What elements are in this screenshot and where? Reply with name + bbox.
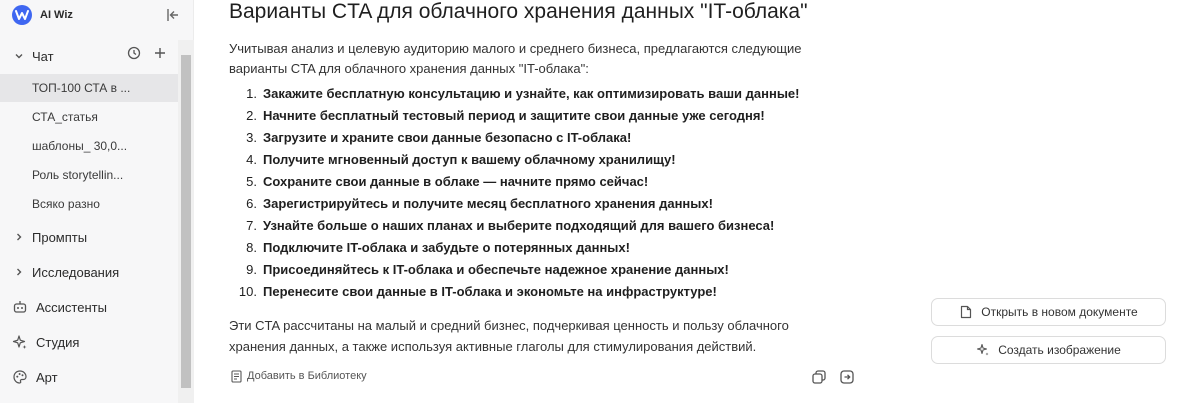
sidebar-section-research[interactable]: Исследования — [0, 259, 178, 285]
palette-icon — [12, 369, 28, 385]
message-outro: Эти CTA рассчитаны на малый и средний би… — [229, 318, 789, 354]
sidebar-item-label: Студия — [36, 334, 80, 350]
sparkle-icon — [12, 334, 28, 350]
list-number: 3. — [246, 129, 257, 145]
list-item: 1. Закажите бесплатную консультацию и узн… — [229, 82, 869, 104]
sidebar-section-label: Чат — [32, 48, 54, 64]
list-item: 5. Сохраните свои данные в облаке — начни… — [229, 170, 869, 192]
list-item: 3. Загрузите и храните свои данные безопа… — [229, 126, 869, 148]
copy-icon[interactable] — [810, 368, 828, 386]
sparkle-icon — [976, 343, 990, 357]
list-number: 1. — [246, 85, 257, 101]
sidebar-chat-item[interactable]: СТА_статья — [0, 103, 178, 131]
list-number: 6. — [246, 195, 257, 211]
list-item: 4. Получите мгновенный доступ к вашему об… — [229, 148, 869, 170]
list-number: 7. — [246, 217, 257, 233]
sidebar-chat-item[interactable]: Роль storytellin... — [0, 161, 178, 189]
list-item-text: Начните бесплатный тестовый период и защ… — [263, 107, 765, 123]
sidebar-chat-item[interactable]: шаблоны_ 30,0... — [0, 132, 178, 160]
list-item-text: Подключите IT-облака и забудьте о потеря… — [263, 239, 630, 255]
robot-icon — [12, 299, 28, 315]
sidebar-chat-item[interactable]: ТОП-100 СТА в ... — [0, 74, 178, 102]
list-item-text: Перенесите свои данные в IT-облака и эко… — [263, 283, 717, 299]
list-item-text: Узнайте больше о наших планах и выберите… — [263, 217, 775, 233]
sidebar-item-label: Ассистенты — [36, 299, 107, 315]
sidebar-item-label: Арт — [36, 369, 58, 385]
sidebar-chat-item[interactable]: Всяко разно — [0, 190, 178, 218]
message-title: Варианты CTA для облачного хранения данн… — [229, 0, 808, 23]
chevron-right-icon — [14, 232, 24, 242]
new-chat-plus-icon[interactable] — [152, 45, 168, 61]
sidebar-section-label: Исследования — [32, 264, 120, 280]
open-in-new-document-button[interactable]: Открыть в новом документе — [931, 298, 1166, 326]
list-item-text: Загрузите и храните свои данные безопасн… — [263, 129, 632, 145]
list-number: 8. — [246, 239, 257, 255]
library-icon — [229, 369, 243, 383]
list-item-text: Присоединяйтесь к IT-облака и обеспечьте… — [263, 261, 729, 277]
app-name: AI Wiz — [40, 9, 73, 21]
brand[interactable]: AI Wiz — [12, 5, 73, 25]
list-item-text: Сохраните свои данные в облаке — начните… — [263, 173, 649, 189]
cta-list: 1. Закажите бесплатную консультацию и узн… — [229, 82, 869, 302]
list-number: 4. — [246, 151, 257, 167]
list-item-text: Зарегистрируйтесь и получите месяц беспл… — [263, 195, 713, 211]
open-in-new-document-label: Открыть в новом документе — [981, 305, 1138, 319]
sidebar-scrollbar-thumb[interactable] — [181, 55, 191, 388]
message-intro: Учитывая анализ и целевую аудиторию мало… — [229, 41, 802, 76]
chevron-right-icon — [14, 267, 24, 277]
add-to-library-link[interactable]: Добавить в Библиотеку — [229, 369, 367, 383]
document-icon — [959, 305, 973, 319]
sidebar-section-label: Промпты — [32, 229, 88, 245]
list-item: 9. Присоединяйтесь к IT-облака и обеспечь… — [229, 258, 869, 280]
app-logo-icon — [12, 5, 32, 25]
list-number: 2. — [246, 107, 257, 123]
share-icon[interactable] — [838, 368, 856, 386]
list-item: 8. Подключите IT-облака и забудьте о поте… — [229, 236, 869, 258]
create-image-label: Создать изображение — [998, 343, 1121, 357]
list-item-text: Получите мгновенный доступ к вашему обла… — [263, 151, 676, 167]
list-item-text: Закажите бесплатную консультацию и узнай… — [263, 85, 800, 101]
sidebar-item-assistants[interactable]: Ассистенты — [0, 294, 178, 320]
add-to-library-label: Добавить в Библиотеку — [247, 370, 367, 382]
list-item: 10. Перенесите свои данные в IT-облака и … — [229, 280, 869, 302]
chevron-down-icon — [14, 51, 24, 61]
sidebar: AI Wiz Чат ТОП-100 СТА в ... СТА_статья … — [0, 0, 194, 403]
collapse-sidebar-icon[interactable] — [164, 6, 182, 24]
sidebar-section-prompts[interactable]: Промпты — [0, 224, 178, 250]
list-item: 2. Начните бесплатный тестовый период и з… — [229, 104, 869, 126]
list-item: 6. Зарегистрируйтесь и получите месяц бес… — [229, 192, 869, 214]
list-item: 7. Узнайте больше о наших планах и выбери… — [229, 214, 869, 236]
sidebar-item-studio[interactable]: Студия — [0, 329, 178, 355]
list-number: 10. — [238, 283, 257, 299]
history-icon[interactable] — [126, 45, 142, 61]
list-number: 5. — [246, 173, 257, 189]
sidebar-item-art[interactable]: Арт — [0, 364, 178, 390]
create-image-button[interactable]: Создать изображение — [931, 336, 1166, 364]
list-number: 9. — [246, 261, 257, 277]
